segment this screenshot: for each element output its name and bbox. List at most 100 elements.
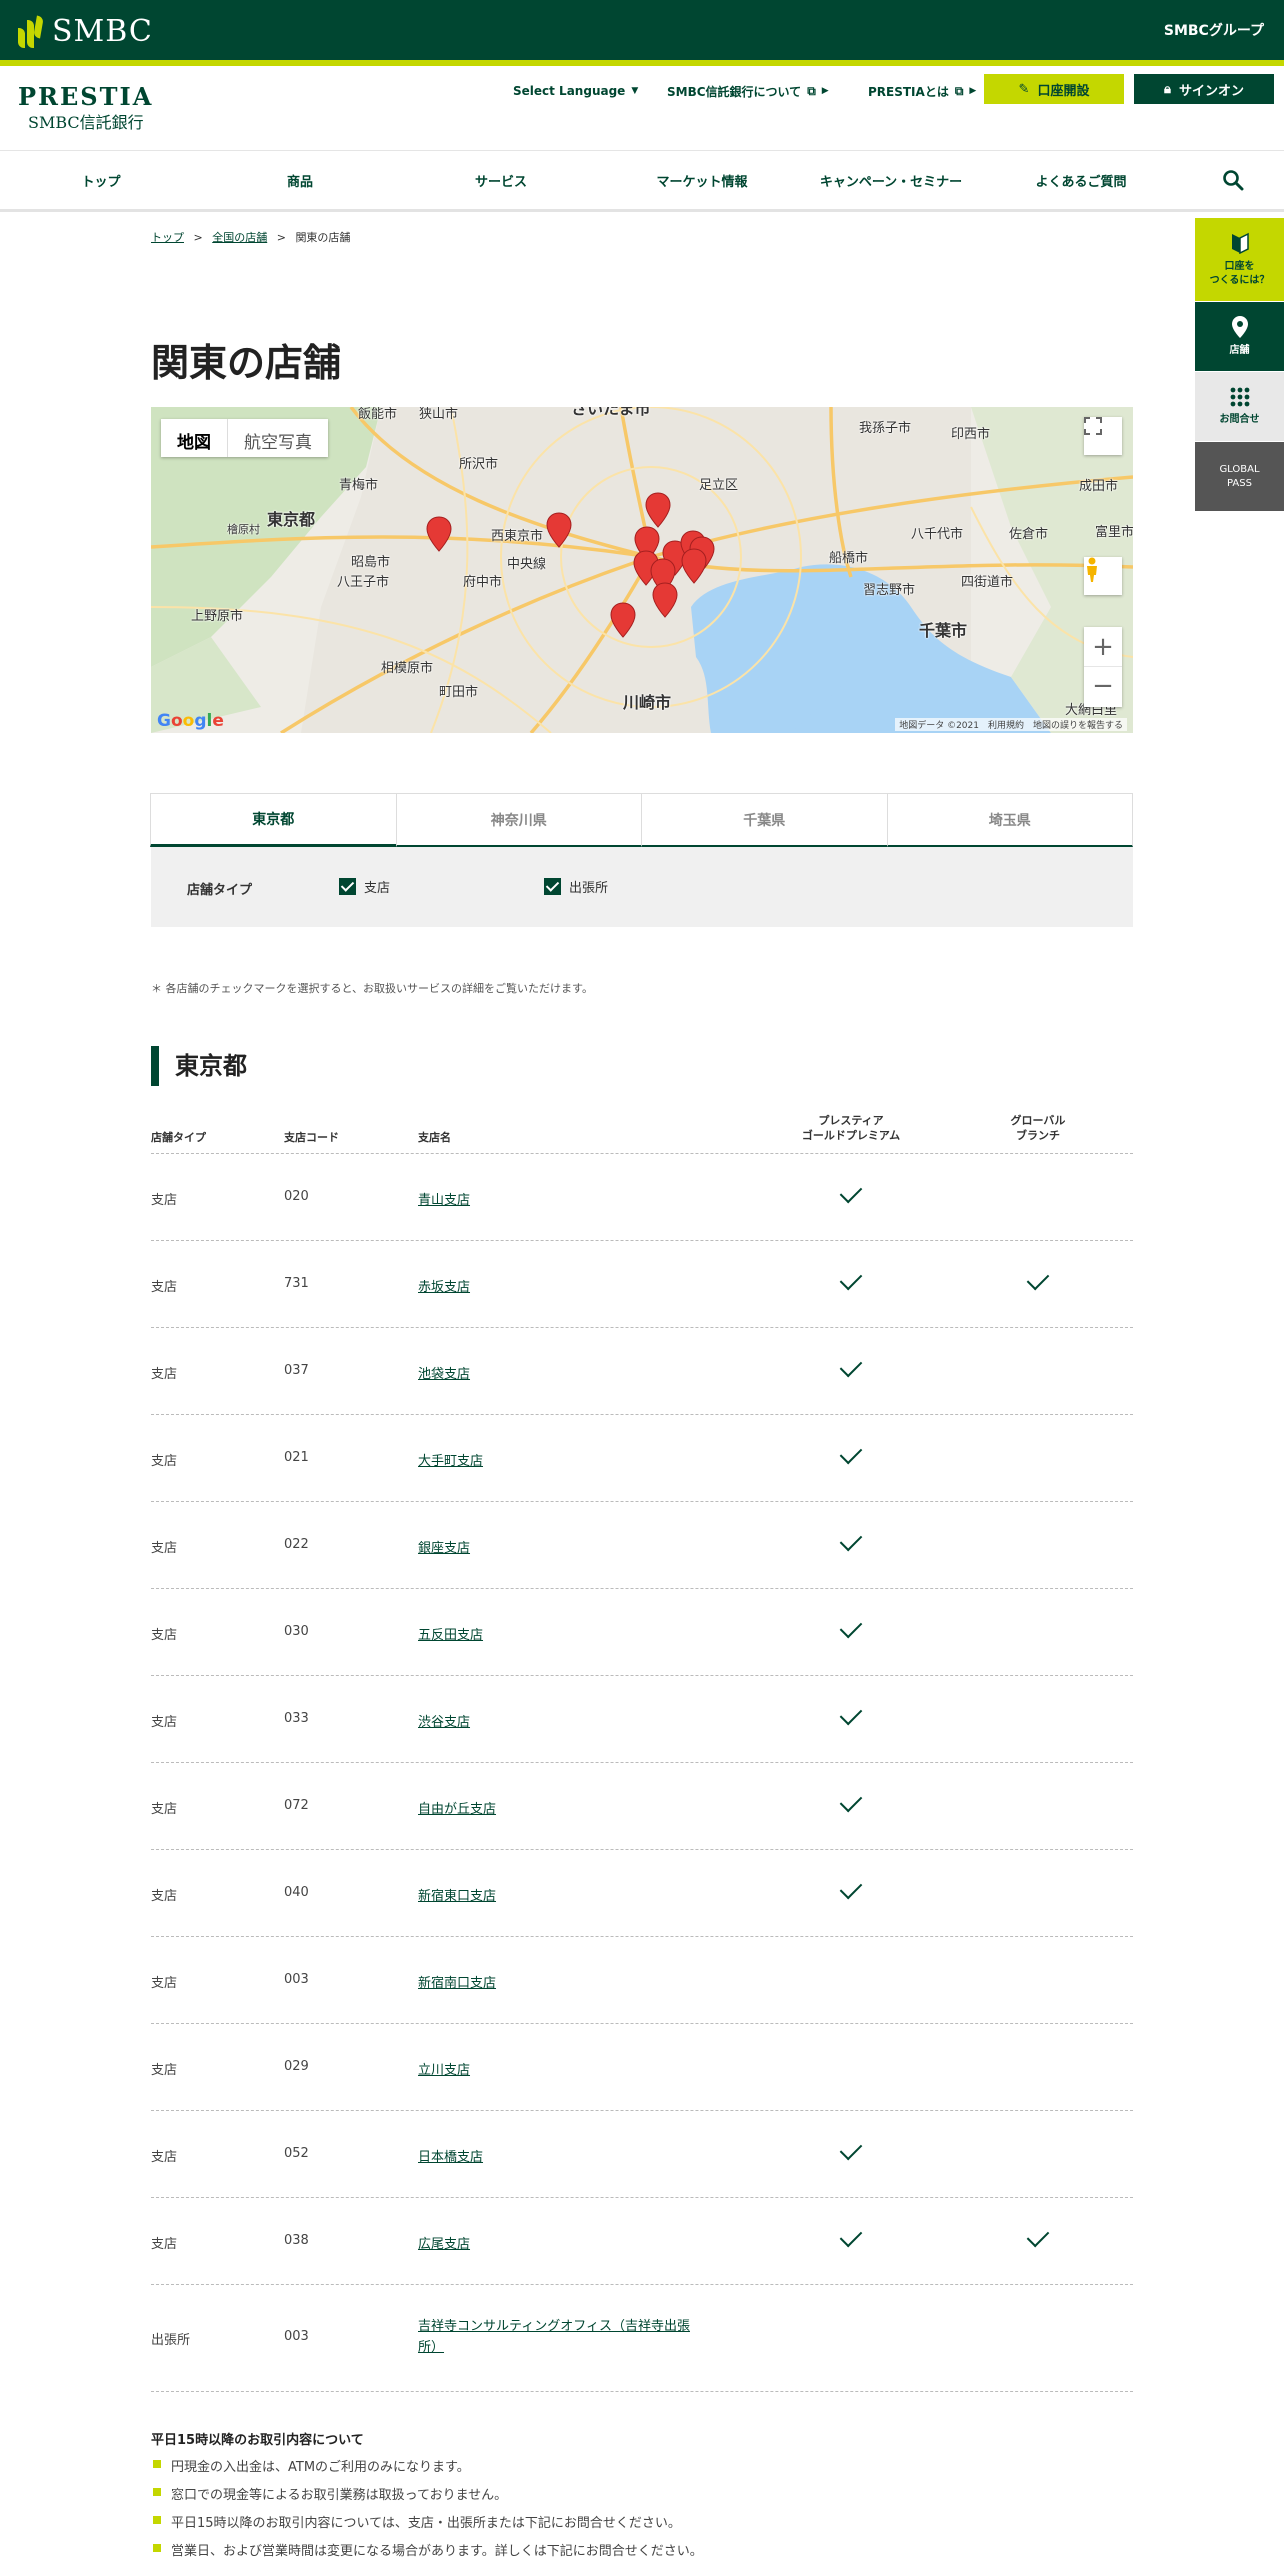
tab-tokyo[interactable]: 東京都 xyxy=(150,793,397,847)
gold-premium-check-icon[interactable] xyxy=(839,1528,863,1552)
global-branch-check-icon[interactable] xyxy=(1026,2224,1050,2248)
breadcrumb-top[interactable]: トップ xyxy=(151,231,184,244)
pencil-icon: ✎ xyxy=(1018,81,1030,97)
about-bank-link[interactable]: SMBC信託銀行について ⧉ ▶ xyxy=(667,76,829,106)
tab-chiba[interactable]: 千葉県 xyxy=(641,793,888,847)
map-label: 檜原村 xyxy=(227,523,260,536)
gold-premium-check-icon[interactable] xyxy=(839,1180,863,1204)
branch-name-link[interactable]: 新宿南口支店 xyxy=(418,1972,496,1991)
header-global-branch: グローバル ブランチ xyxy=(988,1113,1088,1144)
fullscreen-icon xyxy=(1084,417,1102,435)
side-floating-nav: 口座を つくるには？ 店舗 お問合せ GLOBAL PASS xyxy=(1195,218,1284,512)
global-branch-check-icon[interactable] xyxy=(1026,1267,1050,1291)
zoom-out-button[interactable]: − xyxy=(1084,667,1122,707)
prestia-logo[interactable]: PRESTIA SMBC信託銀行 xyxy=(18,82,153,133)
map-label: 習志野市 xyxy=(863,583,916,598)
open-account-button[interactable]: ✎ 口座開設 xyxy=(984,74,1124,104)
gold-premium-check-icon[interactable] xyxy=(839,1876,863,1900)
fullscreen-button[interactable] xyxy=(1084,417,1122,455)
branch-map[interactable]: 飯能市 狭山市 所沢市 さいたま市 我孫子市 印西市 青梅市 足立区 成田市 東… xyxy=(151,407,1133,733)
branch-table-body: 支店 020 青山支店 支店 731 赤坂支店 支店 037 池袋支店 支店 021 大手町支店 支店 0… xyxy=(151,1154,1133,2392)
page-title: 関東の店舗 xyxy=(151,341,342,385)
select-language-label: Select Language xyxy=(513,84,626,98)
gold-premium-check-icon[interactable] xyxy=(839,1354,863,1378)
gold-premium-check-icon[interactable] xyxy=(839,1789,863,1813)
gold-premium-check-icon[interactable] xyxy=(839,2224,863,2248)
cell-type: 支店 xyxy=(151,2237,178,2252)
filter-branch-checkbox[interactable]: 支店 xyxy=(339,877,390,896)
branch-name-link[interactable]: 赤坂支店 xyxy=(418,1276,470,1295)
branch-name-link[interactable]: 吉祥寺コンサルティングオフィス（吉祥寺出張 所） xyxy=(418,2317,690,2359)
zoom-in-button[interactable]: + xyxy=(1084,627,1122,667)
gold-premium-check-icon[interactable] xyxy=(839,2137,863,2161)
map-credit[interactable]: 地図データ ©2021 利用規約 地図の誤りを報告する xyxy=(895,718,1127,731)
map-label: 成田市 xyxy=(1079,479,1119,494)
nav-item-services[interactable]: サービス xyxy=(475,171,527,190)
header-global-line1: グローバル xyxy=(1010,1114,1066,1127)
map-label: 東京都 xyxy=(267,510,316,529)
sign-on-button[interactable]: 🔒︎ サインオン xyxy=(1134,74,1274,104)
open-account-label: 口座開設 xyxy=(1037,83,1090,99)
external-link-icon: ⧉ xyxy=(807,83,816,98)
gold-premium-check-icon[interactable] xyxy=(839,1615,863,1639)
map-type-satellite[interactable]: 航空写真 xyxy=(227,419,328,457)
gold-premium-check-icon[interactable] xyxy=(839,1702,863,1726)
map-label: 所沢市 xyxy=(459,457,499,472)
nav-item-top[interactable]: トップ xyxy=(81,171,120,190)
side-global-pass[interactable]: GLOBAL PASS xyxy=(1195,442,1284,512)
prestia-logo-text: PRESTIA xyxy=(18,82,154,111)
cell-code: 003 xyxy=(284,2329,309,2344)
gold-premium-check-icon[interactable] xyxy=(839,1441,863,1465)
select-language-button[interactable]: Select Language ▼ xyxy=(513,76,638,106)
side-open-account[interactable]: 口座を つくるには？ xyxy=(1195,218,1284,302)
branch-name-link[interactable]: 新宿東口支店 xyxy=(418,1885,496,1904)
branch-name-link[interactable]: 広尾支店 xyxy=(418,2233,470,2252)
cell-code: 029 xyxy=(284,2059,309,2074)
filter-office-checkbox[interactable]: 出張所 xyxy=(544,877,608,896)
tab-saitama[interactable]: 埼玉県 xyxy=(886,793,1133,847)
tab-kanagawa[interactable]: 神奈川県 xyxy=(395,793,642,847)
map-label: 飯能市 xyxy=(358,407,398,422)
cell-type: 支店 xyxy=(151,2150,178,2165)
gold-premium-check-icon[interactable] xyxy=(839,1267,863,1291)
side-open-account-line2: つくるには？ xyxy=(1209,274,1270,286)
smbc-logo[interactable]: SMBC xyxy=(18,14,153,49)
search-icon[interactable] xyxy=(1222,169,1244,191)
branch-name-link[interactable]: 大手町支店 xyxy=(418,1450,483,1469)
side-contact[interactable]: お問合せ xyxy=(1195,372,1284,442)
map-label: 印西市 xyxy=(951,427,991,442)
section-title: 東京都 xyxy=(151,1046,247,1086)
branch-name-link[interactable]: 池袋支店 xyxy=(418,1363,470,1382)
branch-name-link[interactable]: 立川支店 xyxy=(418,2059,470,2078)
nav-item-products[interactable]: 商品 xyxy=(287,171,313,190)
branch-name-link[interactable]: 五反田支店 xyxy=(418,1624,483,1643)
map-type-control: 地図 航空写真 xyxy=(161,419,328,457)
cell-type: 支店 xyxy=(151,1367,178,1382)
branch-name-link[interactable]: 自由が丘支店 xyxy=(418,1798,496,1817)
sign-on-label: サインオン xyxy=(1178,83,1244,99)
branch-table-header: 店舗タイプ 支店コード 支店名 プレスティア ゴールドプレミアム グローバル ブ… xyxy=(151,1113,1133,1154)
nav-item-campaign[interactable]: キャンペーン・セミナー xyxy=(820,171,962,190)
cell-type: 支店 xyxy=(151,1802,178,1817)
notice-item: 平日15時以降のお取引内容については、支店・出張所または下記にお問合せください。 xyxy=(151,2512,1133,2531)
map-label: 昭島市 xyxy=(351,555,391,570)
map-type-map[interactable]: 地図 xyxy=(161,419,227,457)
checkbox-checked-icon xyxy=(339,878,356,895)
about-prestia-link[interactable]: PRESTIAとは ⧉ ▶ xyxy=(868,76,976,106)
map-label: 町田市 xyxy=(439,685,479,700)
branch-name-link[interactable]: 銀座支店 xyxy=(418,1537,470,1556)
nav-item-faq[interactable]: よくあるご質問 xyxy=(1035,171,1126,190)
branch-name-link[interactable]: 青山支店 xyxy=(418,1189,470,1208)
cell-type: 支店 xyxy=(151,1454,178,1469)
map-label: 相模原市 xyxy=(381,661,434,676)
nav-item-market[interactable]: マーケット情報 xyxy=(656,171,747,190)
smbc-group-link[interactable]: SMBCグループ xyxy=(1164,20,1264,40)
side-branches[interactable]: 店舗 xyxy=(1195,302,1284,372)
map-label: 四街道市 xyxy=(961,575,1014,590)
map-label: 川崎市 xyxy=(623,693,672,712)
street-view-button[interactable] xyxy=(1084,557,1122,595)
branch-name-link[interactable]: 日本橋支店 xyxy=(418,2146,483,2165)
breadcrumb-all-branches[interactable]: 全国の店舗 xyxy=(212,231,267,244)
map-label: 八千代市 xyxy=(911,527,964,542)
branch-name-link[interactable]: 渋谷支店 xyxy=(418,1711,470,1730)
